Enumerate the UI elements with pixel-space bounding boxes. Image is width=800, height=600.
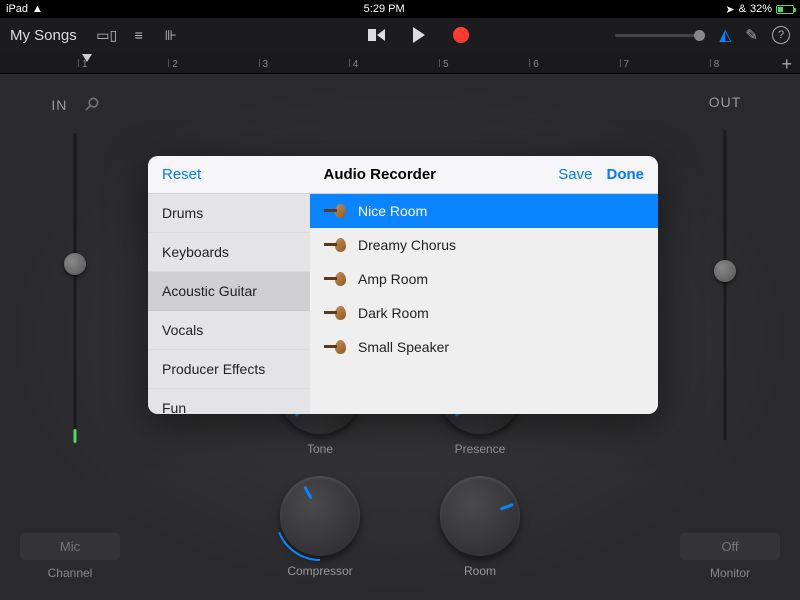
ruler-tick: 4 <box>349 59 439 67</box>
reset-button[interactable]: Reset <box>162 166 201 183</box>
clock: 5:29 PM <box>43 3 725 15</box>
monitor-toggle-button[interactable]: Off <box>680 533 780 560</box>
input-gain-slider[interactable] <box>60 133 90 443</box>
view-tracks-icon[interactable]: ≡ <box>127 24 151 46</box>
my-songs-button[interactable]: My Songs <box>10 27 77 44</box>
guitar-icon <box>324 306 346 320</box>
ruler-tick: 7 <box>620 59 710 67</box>
preset-item[interactable]: Amp Room <box>310 262 658 296</box>
guitar-icon <box>324 204 346 218</box>
ruler-tick: 6 <box>529 59 619 67</box>
guitar-icon <box>324 272 346 286</box>
battery-icon <box>776 5 794 14</box>
main-panel: IN ⚲ OUT Tone Presence Compressor <box>0 74 800 600</box>
preset-item[interactable]: Dreamy Chorus <box>310 228 658 262</box>
preset-label: Dark Room <box>358 305 429 321</box>
status-bar: iPad ▲ 5:29 PM ➤ & 32% <box>0 0 800 18</box>
channel-label: Channel <box>20 566 120 580</box>
timeline-ruler[interactable]: 1 2 3 4 5 6 7 8 + <box>0 52 800 74</box>
device-label: iPad <box>6 3 28 15</box>
preset-list: Nice Room Dreamy Chorus Amp Room Dark Ro… <box>310 194 658 414</box>
popover-title: Audio Recorder <box>201 166 558 183</box>
monitor-label: Monitor <box>680 566 780 580</box>
knob-label: Tone <box>280 442 360 456</box>
preset-label: Amp Room <box>358 271 428 287</box>
ruler-tick: 1 <box>78 59 168 67</box>
output-label: OUT <box>709 94 742 110</box>
guitar-icon <box>324 340 346 354</box>
category-list: Drums Keyboards Acoustic Guitar Vocals P… <box>148 194 310 414</box>
channel-source-button[interactable]: Mic <box>20 533 120 560</box>
category-item[interactable]: Keyboards <box>148 233 310 272</box>
category-item[interactable]: Fun <box>148 389 310 414</box>
category-item[interactable]: Drums <box>148 194 310 233</box>
preset-label: Dreamy Chorus <box>358 237 456 253</box>
view-browser-icon[interactable]: ▭▯ <box>95 24 119 46</box>
input-label: IN <box>51 97 67 113</box>
output-gain-slider[interactable] <box>710 130 740 440</box>
record-button[interactable] <box>449 24 473 46</box>
done-button[interactable]: Done <box>607 166 645 183</box>
metronome-icon[interactable]: ◭ <box>719 25 731 45</box>
rewind-button[interactable] <box>365 24 389 46</box>
preset-item[interactable]: Small Speaker <box>310 330 658 364</box>
compressor-knob[interactable] <box>280 476 360 556</box>
location-icon: ➤ <box>725 3 734 16</box>
preset-label: Small Speaker <box>358 339 449 355</box>
knob-label: Compressor <box>280 564 360 578</box>
save-button[interactable]: Save <box>558 166 592 183</box>
room-knob[interactable] <box>440 476 520 556</box>
help-icon[interactable]: ? <box>772 26 790 44</box>
wifi-icon: ▲ <box>32 3 43 15</box>
mixer-icon[interactable]: ⊪ <box>159 24 183 46</box>
preset-popover: Reset Audio Recorder Save Done Drums Key… <box>148 156 658 414</box>
input-plug-icon[interactable]: ⚲ <box>80 92 104 116</box>
category-item[interactable]: Producer Effects <box>148 350 310 389</box>
settings-wrench-icon[interactable]: ✎ <box>745 26 758 44</box>
preset-item[interactable]: Dark Room <box>310 296 658 330</box>
category-item[interactable]: Acoustic Guitar <box>148 272 310 311</box>
ruler-tick: 2 <box>168 59 258 67</box>
battery-pct: 32% <box>750 3 772 15</box>
knob-label: Room <box>440 564 520 578</box>
bluetooth-icon: & <box>739 3 746 15</box>
category-item[interactable]: Vocals <box>148 311 310 350</box>
preset-item[interactable]: Nice Room <box>310 194 658 228</box>
ruler-tick: 3 <box>259 59 349 67</box>
play-button[interactable] <box>407 24 431 46</box>
add-track-button[interactable]: + <box>781 54 792 75</box>
knob-label: Presence <box>440 442 520 456</box>
ruler-tick: 5 <box>439 59 529 67</box>
guitar-icon <box>324 238 346 252</box>
master-volume-slider[interactable] <box>615 34 705 37</box>
preset-label: Nice Room <box>358 203 427 219</box>
toolbar: My Songs ▭▯ ≡ ⊪ ◭ ✎ ? <box>0 18 800 52</box>
